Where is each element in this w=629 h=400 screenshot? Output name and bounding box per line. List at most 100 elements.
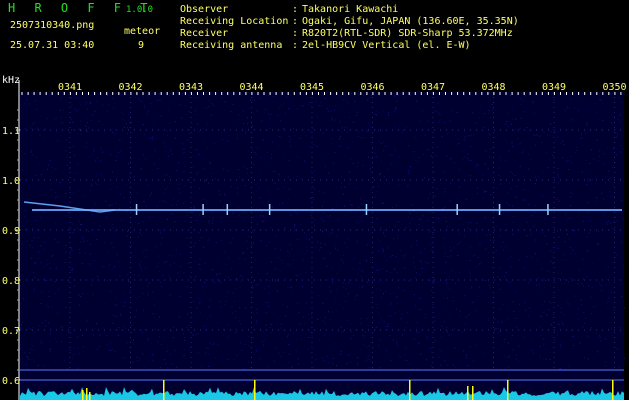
noise-speck — [535, 205, 537, 207]
noise-speck — [444, 216, 446, 218]
noise-speck — [510, 188, 512, 190]
noise-speck — [504, 320, 505, 322]
noise-speck — [77, 336, 78, 338]
noise-speck — [435, 110, 437, 112]
noise-speck — [34, 288, 36, 289]
noise-speck — [398, 287, 400, 289]
noise-speck — [116, 254, 118, 256]
noise-speck — [43, 241, 45, 243]
noise-speck — [391, 163, 393, 165]
noise-speck — [376, 307, 378, 309]
noise-speck — [78, 353, 80, 355]
noise-speck — [170, 148, 172, 150]
noise-speck — [470, 176, 471, 178]
noise-speck — [282, 201, 284, 203]
noise-speck — [388, 326, 390, 328]
noise-speck — [34, 277, 36, 279]
noise-speck — [363, 344, 365, 346]
noise-speck — [21, 263, 22, 265]
noise-speck — [81, 263, 83, 264]
noise-speck — [342, 307, 344, 309]
noise-speck — [478, 263, 480, 265]
noise-speck — [143, 201, 145, 203]
noise-speck — [213, 142, 215, 144]
noise-speck — [221, 97, 223, 99]
noise-speck — [172, 213, 174, 215]
noise-speck — [442, 289, 444, 291]
noise-speck — [505, 201, 507, 203]
noise-speck — [513, 130, 515, 132]
noise-speck — [621, 148, 623, 150]
noise-speck — [535, 252, 536, 254]
noise-speck — [41, 291, 43, 293]
noise-speck — [386, 270, 388, 272]
noise-speck — [512, 105, 514, 107]
noise-speck — [580, 137, 582, 139]
noise-speck — [536, 134, 538, 136]
noise-speck — [441, 336, 442, 338]
noise-speck — [595, 139, 597, 141]
noise-speck — [35, 175, 37, 177]
noise-speck — [28, 247, 30, 249]
noise-speck — [76, 227, 78, 229]
noise-speck — [288, 160, 290, 162]
noise-speck — [117, 261, 119, 263]
noise-speck — [531, 311, 532, 313]
noise-speck — [356, 241, 358, 243]
noise-speck — [330, 110, 332, 112]
noise-speck — [256, 245, 258, 247]
noise-speck — [230, 205, 232, 207]
noise-speck — [583, 115, 585, 117]
noise-speck — [132, 295, 134, 297]
noise-speck — [189, 275, 191, 277]
noise-speck — [607, 266, 609, 268]
noise-speck — [34, 100, 36, 102]
noise-speck — [571, 177, 573, 179]
noise-speck — [369, 97, 370, 99]
x-tick-label: 0346 — [360, 82, 384, 93]
noise-speck — [210, 162, 211, 164]
noise-speck — [446, 364, 448, 366]
noise-speck — [90, 189, 92, 191]
noise-speck — [197, 324, 199, 326]
noise-speck — [156, 205, 158, 207]
noise-speck — [349, 158, 351, 160]
noise-speck — [498, 175, 500, 176]
noise-speck — [196, 173, 198, 175]
noise-speck — [216, 259, 218, 261]
noise-speck — [261, 169, 263, 171]
noise-speck — [561, 321, 563, 323]
noise-speck — [382, 141, 384, 143]
noise-speck — [224, 193, 226, 195]
noise-speck — [254, 259, 256, 261]
noise-speck — [305, 253, 307, 254]
noise-speck — [342, 99, 344, 101]
noise-speck — [260, 157, 262, 159]
noise-speck — [54, 338, 56, 340]
noise-speck — [285, 277, 287, 279]
noise-speck — [371, 94, 372, 96]
noise-speck — [151, 215, 153, 217]
noise-speck — [134, 250, 136, 252]
noise-speck — [251, 125, 253, 127]
noise-speck — [24, 204, 26, 206]
noise-speck — [20, 97, 21, 99]
noise-speck — [370, 232, 372, 234]
noise-speck — [606, 303, 607, 304]
noise-speck — [194, 186, 196, 187]
noise-speck — [374, 118, 376, 120]
noise-speck — [128, 246, 130, 248]
noise-speck — [172, 204, 173, 206]
noise-speck — [194, 261, 196, 263]
noise-speck — [202, 131, 204, 133]
noise-speck — [417, 161, 419, 162]
noise-speck — [79, 304, 81, 306]
noise-speck — [201, 237, 203, 239]
noise-speck — [140, 268, 142, 270]
noise-speck — [333, 358, 334, 359]
noise-speck — [562, 157, 564, 159]
noise-speck — [339, 138, 341, 140]
noise-speck — [318, 190, 320, 192]
noise-speck — [243, 122, 245, 124]
noise-speck — [167, 255, 169, 257]
